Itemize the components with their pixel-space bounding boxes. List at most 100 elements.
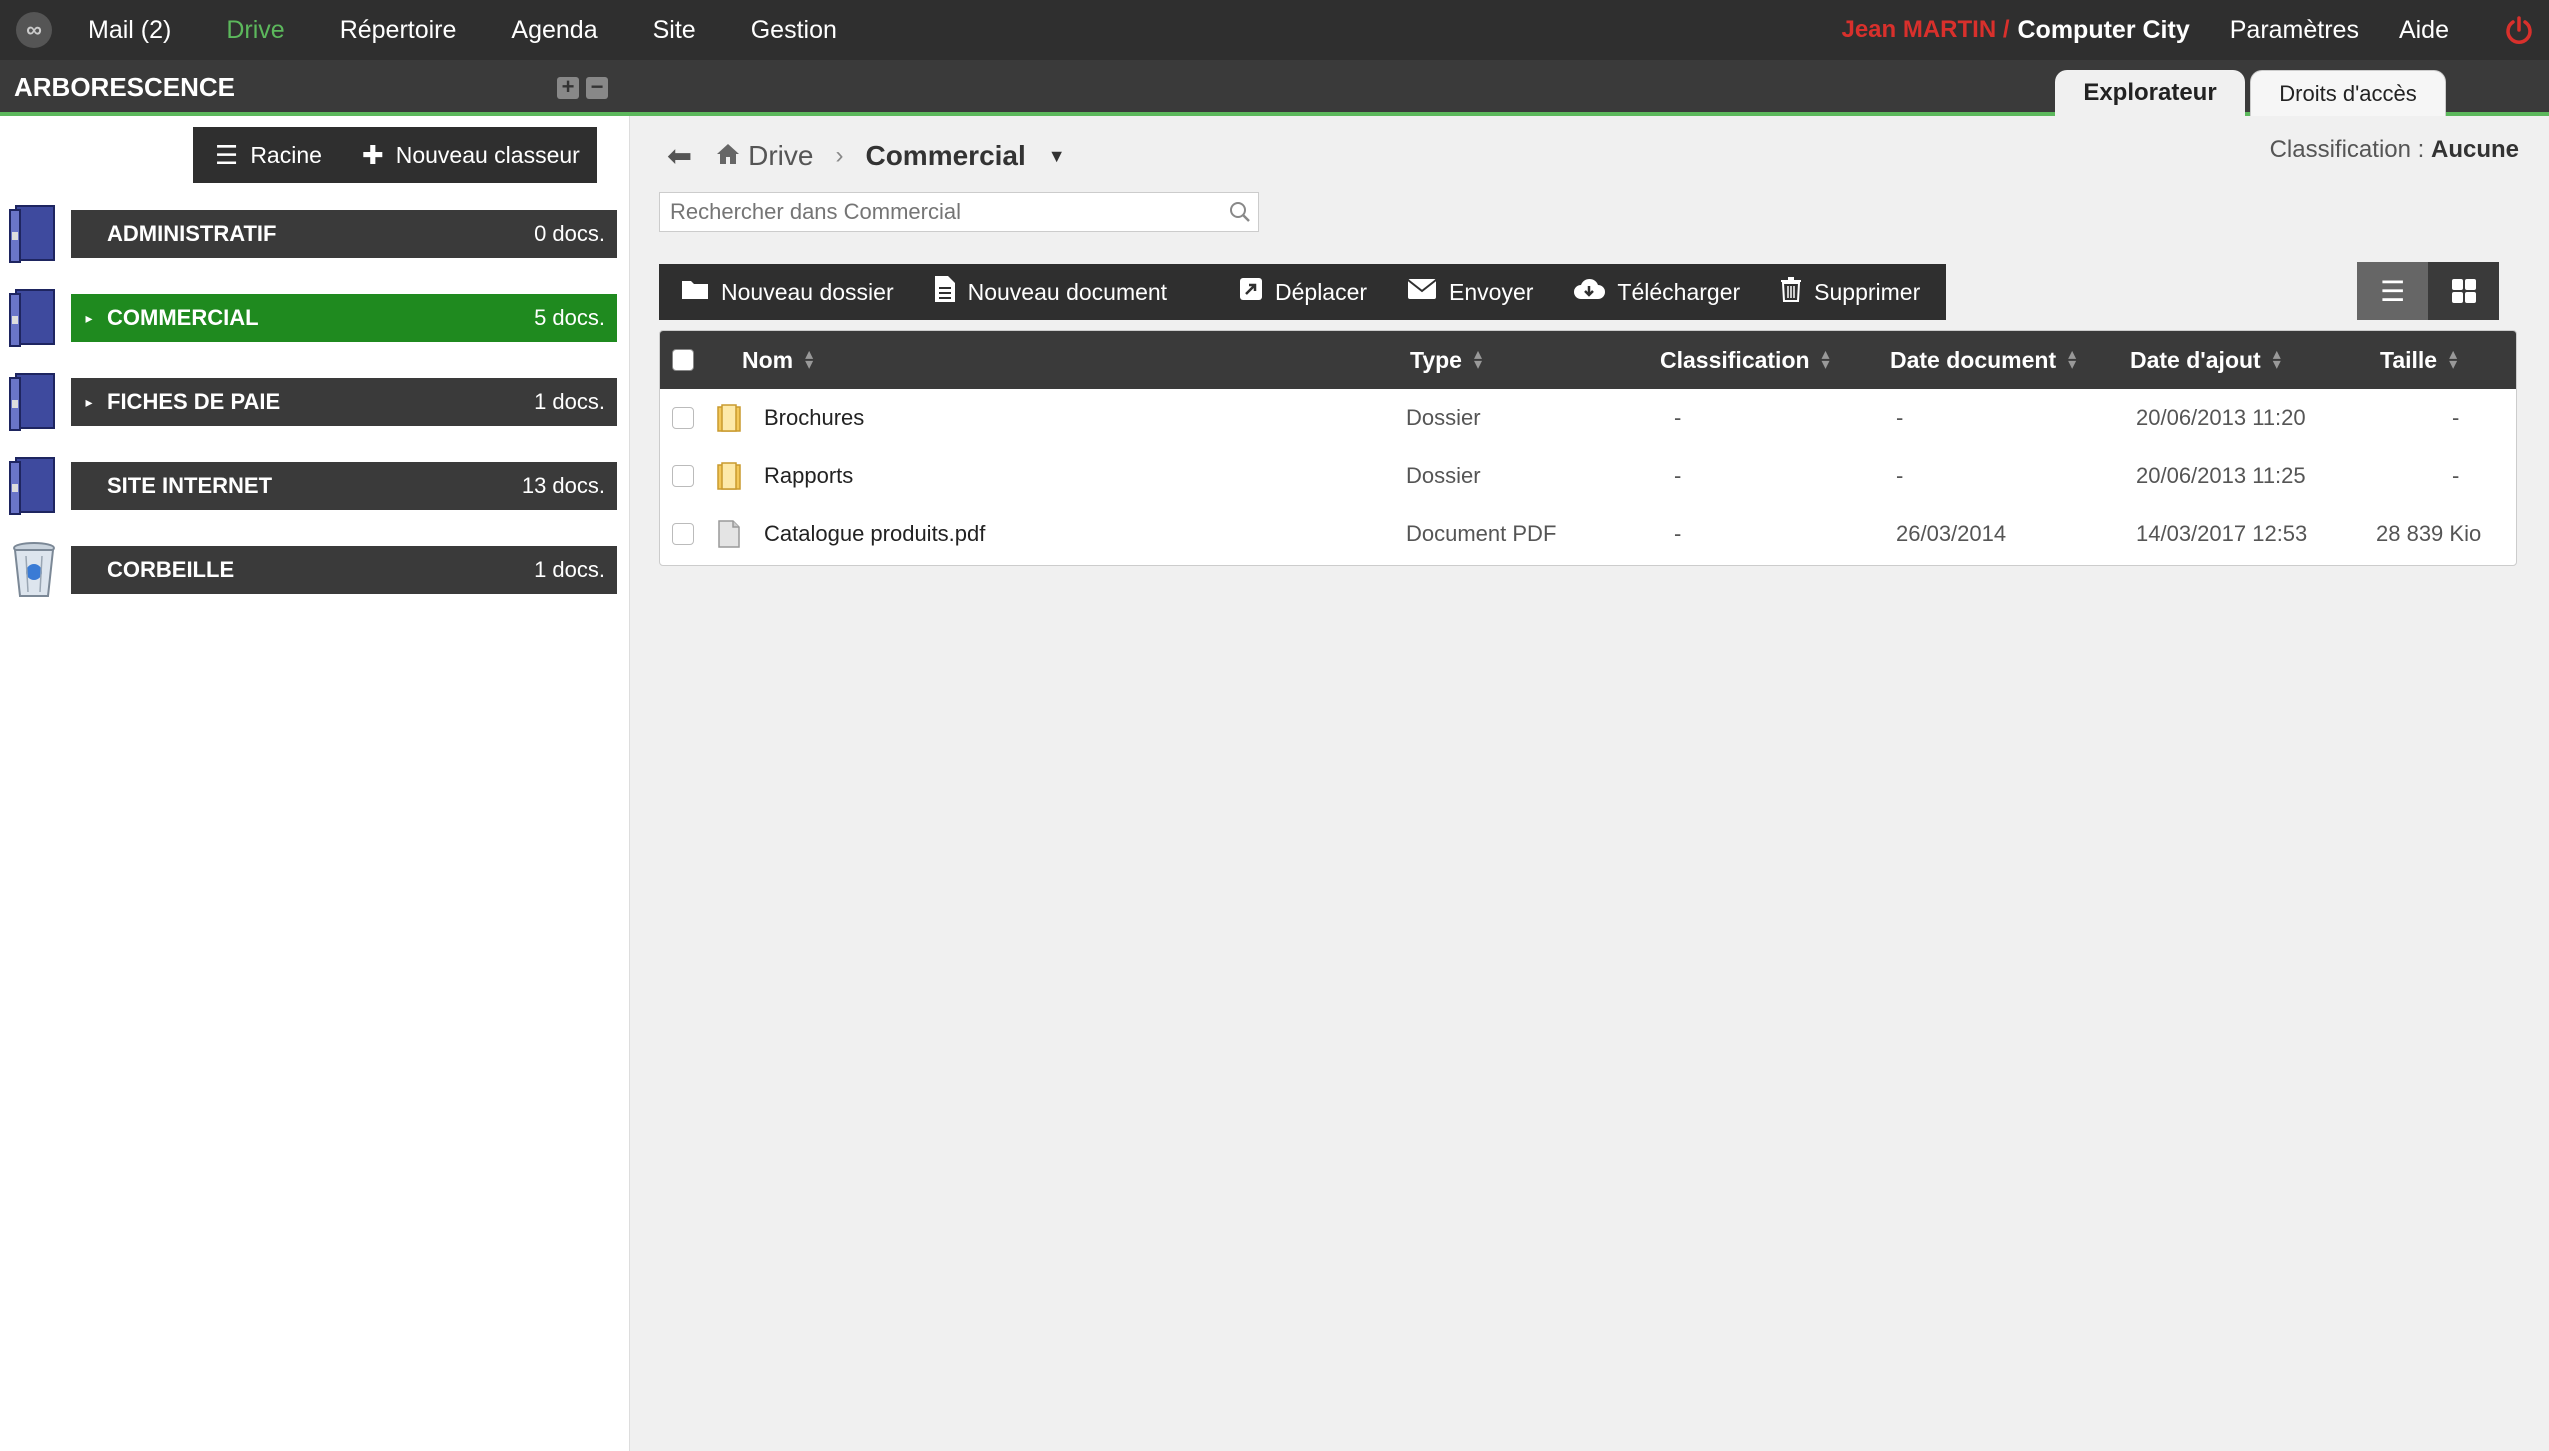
column-header-doc-date[interactable]: Date document ▴ ▾ (1890, 331, 2076, 389)
table-row[interactable]: Catalogue produits.pdf Document PDF - 26… (660, 505, 2516, 563)
main-content: ⬅ Drive › Commercial ▼ Classification : … (631, 116, 2549, 1451)
row-checkbox[interactable] (672, 447, 694, 505)
folder-bar[interactable]: ADMINISTRATIF 0 docs. (71, 210, 617, 258)
move-button[interactable]: Déplacer (1239, 277, 1367, 308)
nav-site[interactable]: Site (653, 16, 696, 45)
table-row[interactable]: Rapports Dossier - - 20/06/2013 11:25 - (660, 447, 2516, 505)
column-header-type[interactable]: Type ▴ ▾ (1410, 331, 1482, 389)
nav-drive[interactable]: Drive (226, 16, 284, 45)
tree-title: ARBORESCENCE (14, 72, 236, 102)
folder-caret-icon[interactable]: ▸ (71, 310, 107, 327)
collapse-all-icon[interactable]: − (586, 76, 608, 99)
send-button[interactable]: Envoyer (1407, 278, 1533, 307)
folder-bar[interactable]: SITE INTERNET 13 docs. (71, 462, 617, 510)
home-icon[interactable] (716, 140, 740, 172)
select-all-checkbox[interactable] (672, 331, 694, 389)
help-link[interactable]: Aide (2399, 16, 2449, 45)
table-header: Nom ▴ ▾ Type ▴ ▾ Classification ▴ ▾ Date do… (660, 331, 2516, 389)
power-icon[interactable] (2489, 0, 2549, 60)
column-header-name[interactable]: Nom ▴ ▾ (742, 331, 813, 389)
row-type: Dossier (1406, 405, 1481, 430)
tab-droits-acces[interactable]: Droits d'accès (2250, 70, 2446, 116)
grid-view-icon[interactable] (2428, 262, 2499, 320)
binder-icon (9, 205, 55, 263)
nav-gestion[interactable]: Gestion (751, 16, 837, 45)
folder-bar[interactable]: CORBEILLE 1 docs. (71, 546, 617, 594)
column-header-added-date[interactable]: Date d'ajout ▴ ▾ (2130, 331, 2281, 389)
row-doc-date: 26/03/2014 (1896, 521, 2007, 546)
search-icon[interactable] (1222, 194, 1258, 230)
header-label: Date d'ajout (2130, 346, 2261, 373)
nav-repertoire[interactable]: Répertoire (340, 16, 457, 45)
column-header-classification[interactable]: Classification ▴ ▾ (1660, 331, 1830, 389)
sort-icon[interactable]: ▴ ▾ (2273, 347, 2281, 373)
expand-all-icon[interactable]: + (557, 76, 579, 99)
folder-bar[interactable]: ▸ FICHES DE PAIE 1 docs. (71, 378, 617, 426)
row-doc-date: - (1896, 405, 1904, 430)
sub-header-bar: ARBORESCENCE + − Explorateur Droits d'ac… (0, 60, 2549, 116)
breadcrumb-current: Commercial (865, 140, 1026, 171)
header-label: Taille (2380, 346, 2438, 373)
row-checkbox[interactable] (672, 505, 694, 563)
row-name[interactable]: Catalogue produits.pdf (764, 505, 985, 563)
new-folder-button[interactable]: Nouveau dossier (681, 278, 894, 307)
breadcrumb: ⬅ Drive › Commercial ▼ (667, 136, 1066, 176)
tree-folder-commercial[interactable]: ▸ COMMERCIAL 5 docs. (0, 286, 630, 356)
company-name[interactable]: Computer City (2018, 16, 2190, 45)
row-name[interactable]: Brochures (764, 389, 864, 447)
app-logo-icon[interactable]: ∞ (16, 12, 52, 48)
nav-mail[interactable]: Mail (2) (88, 16, 171, 45)
list-view-icon[interactable]: ☰ (2357, 262, 2428, 320)
download-button[interactable]: Télécharger (1573, 277, 1740, 308)
tree-folder-administratif[interactable]: ADMINISTRATIF 0 docs. (0, 202, 630, 272)
folder-bar-active[interactable]: ▸ COMMERCIAL 5 docs. (71, 294, 617, 342)
settings-link[interactable]: Paramètres (2230, 16, 2359, 45)
tree-folder-fiches-de-paie[interactable]: ▸ FICHES DE PAIE 1 docs. (0, 370, 630, 440)
tree-folder-site-internet[interactable]: SITE INTERNET 13 docs. (0, 454, 630, 524)
nav-agenda[interactable]: Agenda (511, 16, 597, 45)
breadcrumb-drive-link[interactable]: Drive (748, 140, 813, 172)
sort-icon[interactable]: ▴ ▾ (2068, 347, 2076, 373)
column-header-size[interactable]: Taille ▴ ▾ (2380, 331, 2457, 389)
classification-label: Classification : (2269, 136, 2425, 163)
root-button[interactable]: ☰ Racine (215, 140, 322, 171)
tree-folder-corbeille[interactable]: CORBEILLE 1 docs. (0, 538, 630, 608)
new-document-button[interactable]: Nouveau document (934, 275, 1167, 310)
folder-name: COMMERCIAL (107, 305, 259, 330)
row-name[interactable]: Rapports (764, 447, 853, 505)
search-input[interactable] (660, 199, 1222, 225)
user-name[interactable]: Jean MARTIN / (1841, 16, 2009, 44)
back-arrow-icon[interactable]: ⬅ (667, 139, 692, 174)
sort-icon[interactable]: ▴ ▾ (805, 347, 813, 373)
binder-icon (9, 289, 55, 347)
folder-count: 1 docs. (534, 557, 605, 582)
row-checkbox[interactable] (672, 389, 694, 447)
header-label: Type (1410, 346, 1462, 373)
folder-name: SITE INTERNET (107, 473, 273, 498)
folder-icon (716, 447, 742, 505)
delete-button[interactable]: Supprimer (1780, 276, 1920, 309)
header-label: Nom (742, 346, 794, 373)
root-button-label: Racine (250, 141, 322, 168)
menu-icon: ☰ (215, 139, 239, 170)
chevron-right-icon: › (835, 142, 844, 169)
row-classification: - (1674, 521, 1682, 546)
trash-bin-icon (13, 542, 55, 597)
folder-caret-icon[interactable]: ▸ (71, 394, 107, 411)
row-size: - (2452, 463, 2460, 488)
sort-icon[interactable]: ▴ ▾ (1474, 347, 1482, 373)
classification-info: Classification : Aucune (2270, 136, 2519, 164)
tab-explorateur[interactable]: Explorateur (2055, 70, 2245, 116)
binder-icon (9, 457, 55, 515)
row-added-date: 20/06/2013 11:20 (2136, 405, 2306, 430)
chevron-down-icon[interactable]: ▼ (1048, 146, 1066, 167)
folder-count: 5 docs. (534, 305, 605, 330)
table-row[interactable]: Brochures Dossier - - 20/06/2013 11:20 - (660, 389, 2516, 447)
new-binder-button[interactable]: ✚ Nouveau classeur (362, 140, 580, 171)
binder-icon (9, 373, 55, 431)
sort-icon[interactable]: ▴ ▾ (2449, 347, 2457, 373)
document-icon (934, 275, 956, 310)
row-type: Document PDF (1406, 521, 1557, 546)
sort-icon[interactable]: ▴ ▾ (1822, 347, 1830, 373)
cloud-download-icon (1573, 277, 1606, 308)
